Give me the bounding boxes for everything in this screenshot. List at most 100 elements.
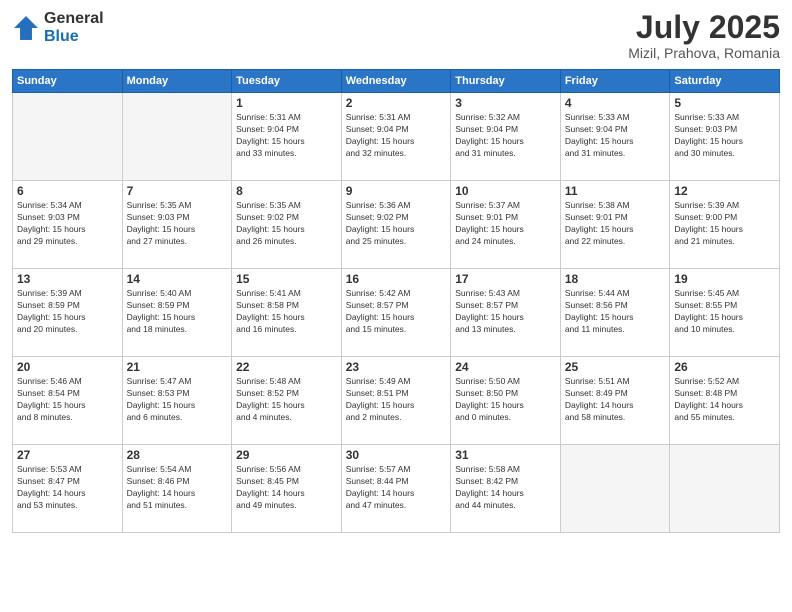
- day-number: 5: [674, 96, 775, 110]
- day-info: Sunrise: 5:43 AM Sunset: 8:57 PM Dayligh…: [455, 288, 556, 336]
- day-number: 8: [236, 184, 337, 198]
- day-info: Sunrise: 5:32 AM Sunset: 9:04 PM Dayligh…: [455, 112, 556, 160]
- day-number: 21: [127, 360, 228, 374]
- calendar-table: Sunday Monday Tuesday Wednesday Thursday…: [12, 69, 780, 533]
- day-cell: 10 Sunrise: 5:37 AM Sunset: 9:01 PM Dayli…: [451, 181, 561, 269]
- logo-text: General Blue: [44, 10, 104, 45]
- day-cell: 14Sunrise: 5:40 AM Sunset: 8:59 PM Dayli…: [122, 269, 232, 357]
- day-cell: [670, 445, 780, 533]
- day-cell: 13Sunrise: 5:39 AM Sunset: 8:59 PM Dayli…: [13, 269, 123, 357]
- day-info: Sunrise: 5:58 AM Sunset: 8:42 PM Dayligh…: [455, 464, 556, 512]
- day-cell: 19 Sunrise: 5:45 AM Sunset: 8:55 PM Dayli…: [670, 269, 780, 357]
- day-info: Sunrise: 5:50 AM Sunset: 8:50 PM Dayligh…: [455, 376, 556, 424]
- day-cell: 22 Sunrise: 5:48 AM Sunset: 8:52 PM Dayli…: [232, 357, 342, 445]
- day-number: 24: [455, 360, 556, 374]
- day-cell: 17 Sunrise: 5:43 AM Sunset: 8:57 PM Dayli…: [451, 269, 561, 357]
- day-cell: [560, 445, 670, 533]
- day-number: 26: [674, 360, 775, 374]
- day-info: Sunrise: 5:35 AM Sunset: 9:02 PM Dayligh…: [236, 200, 337, 248]
- day-cell: 16Sunrise: 5:42 AM Sunset: 8:57 PM Dayli…: [341, 269, 451, 357]
- page-container: General Blue July 2025 Mizil, Prahova, R…: [0, 0, 792, 612]
- day-number: 11: [565, 184, 666, 198]
- day-cell: 25 Sunrise: 5:51 AM Sunset: 8:49 PM Dayli…: [560, 357, 670, 445]
- calendar-body: 1 Sunrise: 5:31 AM Sunset: 9:04 PM Daylig…: [13, 93, 780, 533]
- day-number: 4: [565, 96, 666, 110]
- logo: General Blue: [12, 10, 104, 45]
- th-tuesday: Tuesday: [232, 70, 342, 93]
- day-cell: 27Sunrise: 5:53 AM Sunset: 8:47 PM Dayli…: [13, 445, 123, 533]
- day-number: 3: [455, 96, 556, 110]
- page-header: General Blue July 2025 Mizil, Prahova, R…: [12, 10, 780, 61]
- day-info: Sunrise: 5:45 AM Sunset: 8:55 PM Dayligh…: [674, 288, 775, 336]
- day-cell: 12 Sunrise: 5:39 AM Sunset: 9:00 PM Dayli…: [670, 181, 780, 269]
- title-section: July 2025 Mizil, Prahova, Romania: [628, 10, 780, 61]
- week-row-4: 20Sunrise: 5:46 AM Sunset: 8:54 PM Dayli…: [13, 357, 780, 445]
- day-info: Sunrise: 5:51 AM Sunset: 8:49 PM Dayligh…: [565, 376, 666, 424]
- day-info: Sunrise: 5:37 AM Sunset: 9:01 PM Dayligh…: [455, 200, 556, 248]
- day-number: 27: [17, 448, 118, 462]
- day-cell: 7Sunrise: 5:35 AM Sunset: 9:03 PM Daylig…: [122, 181, 232, 269]
- th-monday: Monday: [122, 70, 232, 93]
- day-cell: 1Sunrise: 5:31 AM Sunset: 9:04 PM Daylig…: [232, 93, 342, 181]
- day-cell: 28Sunrise: 5:54 AM Sunset: 8:46 PM Dayli…: [122, 445, 232, 533]
- week-row-5: 27Sunrise: 5:53 AM Sunset: 8:47 PM Dayli…: [13, 445, 780, 533]
- day-cell: 18Sunrise: 5:44 AM Sunset: 8:56 PM Dayli…: [560, 269, 670, 357]
- th-wednesday: Wednesday: [341, 70, 451, 93]
- day-cell: 24 Sunrise: 5:50 AM Sunset: 8:50 PM Dayli…: [451, 357, 561, 445]
- day-cell: 21 Sunrise: 5:47 AM Sunset: 8:53 PM Dayli…: [122, 357, 232, 445]
- day-info: Sunrise: 5:33 AM Sunset: 9:03 PM Dayligh…: [674, 112, 775, 160]
- day-cell: 4 Sunrise: 5:33 AM Sunset: 9:04 PM Daylig…: [560, 93, 670, 181]
- day-number: 22: [236, 360, 337, 374]
- day-number: 10: [455, 184, 556, 198]
- day-cell: 5 Sunrise: 5:33 AM Sunset: 9:03 PM Daylig…: [670, 93, 780, 181]
- day-info: Sunrise: 5:44 AM Sunset: 8:56 PM Dayligh…: [565, 288, 666, 336]
- day-info: Sunrise: 5:42 AM Sunset: 8:57 PM Dayligh…: [346, 288, 447, 336]
- week-row-3: 13Sunrise: 5:39 AM Sunset: 8:59 PM Dayli…: [13, 269, 780, 357]
- calendar-header: Sunday Monday Tuesday Wednesday Thursday…: [13, 70, 780, 93]
- day-cell: 8 Sunrise: 5:35 AM Sunset: 9:02 PM Daylig…: [232, 181, 342, 269]
- day-number: 30: [346, 448, 447, 462]
- day-info: Sunrise: 5:34 AM Sunset: 9:03 PM Dayligh…: [17, 200, 118, 248]
- day-info: Sunrise: 5:48 AM Sunset: 8:52 PM Dayligh…: [236, 376, 337, 424]
- day-number: 9: [346, 184, 447, 198]
- day-number: 17: [455, 272, 556, 286]
- day-info: Sunrise: 5:31 AM Sunset: 9:04 PM Dayligh…: [346, 112, 447, 160]
- day-cell: 9 Sunrise: 5:36 AM Sunset: 9:02 PM Daylig…: [341, 181, 451, 269]
- weekday-row: Sunday Monday Tuesday Wednesday Thursday…: [13, 70, 780, 93]
- day-info: Sunrise: 5:54 AM Sunset: 8:46 PM Dayligh…: [127, 464, 228, 512]
- day-number: 31: [455, 448, 556, 462]
- day-cell: 3 Sunrise: 5:32 AM Sunset: 9:04 PM Daylig…: [451, 93, 561, 181]
- logo-blue-text: Blue: [44, 28, 104, 46]
- th-saturday: Saturday: [670, 70, 780, 93]
- day-number: 1: [236, 96, 337, 110]
- day-number: 20: [17, 360, 118, 374]
- day-info: Sunrise: 5:38 AM Sunset: 9:01 PM Dayligh…: [565, 200, 666, 248]
- day-info: Sunrise: 5:56 AM Sunset: 8:45 PM Dayligh…: [236, 464, 337, 512]
- day-number: 29: [236, 448, 337, 462]
- day-number: 15: [236, 272, 337, 286]
- day-number: 25: [565, 360, 666, 374]
- day-cell: 20Sunrise: 5:46 AM Sunset: 8:54 PM Dayli…: [13, 357, 123, 445]
- day-cell: [122, 93, 232, 181]
- th-thursday: Thursday: [451, 70, 561, 93]
- th-sunday: Sunday: [13, 70, 123, 93]
- day-number: 2: [346, 96, 447, 110]
- day-number: 19: [674, 272, 775, 286]
- day-info: Sunrise: 5:52 AM Sunset: 8:48 PM Dayligh…: [674, 376, 775, 424]
- day-number: 13: [17, 272, 118, 286]
- logo-icon: [12, 14, 40, 42]
- day-number: 12: [674, 184, 775, 198]
- day-number: 23: [346, 360, 447, 374]
- logo-general-text: General: [44, 10, 104, 28]
- day-cell: [13, 93, 123, 181]
- week-row-1: 1 Sunrise: 5:31 AM Sunset: 9:04 PM Daylig…: [13, 93, 780, 181]
- day-info: Sunrise: 5:47 AM Sunset: 8:53 PM Dayligh…: [127, 376, 228, 424]
- month-title: July 2025: [628, 10, 780, 45]
- day-info: Sunrise: 5:39 AM Sunset: 9:00 PM Dayligh…: [674, 200, 775, 248]
- day-cell: 2 Sunrise: 5:31 AM Sunset: 9:04 PM Daylig…: [341, 93, 451, 181]
- day-info: Sunrise: 5:57 AM Sunset: 8:44 PM Dayligh…: [346, 464, 447, 512]
- day-info: Sunrise: 5:33 AM Sunset: 9:04 PM Dayligh…: [565, 112, 666, 160]
- th-friday: Friday: [560, 70, 670, 93]
- day-info: Sunrise: 5:36 AM Sunset: 9:02 PM Dayligh…: [346, 200, 447, 248]
- day-info: Sunrise: 5:49 AM Sunset: 8:51 PM Dayligh…: [346, 376, 447, 424]
